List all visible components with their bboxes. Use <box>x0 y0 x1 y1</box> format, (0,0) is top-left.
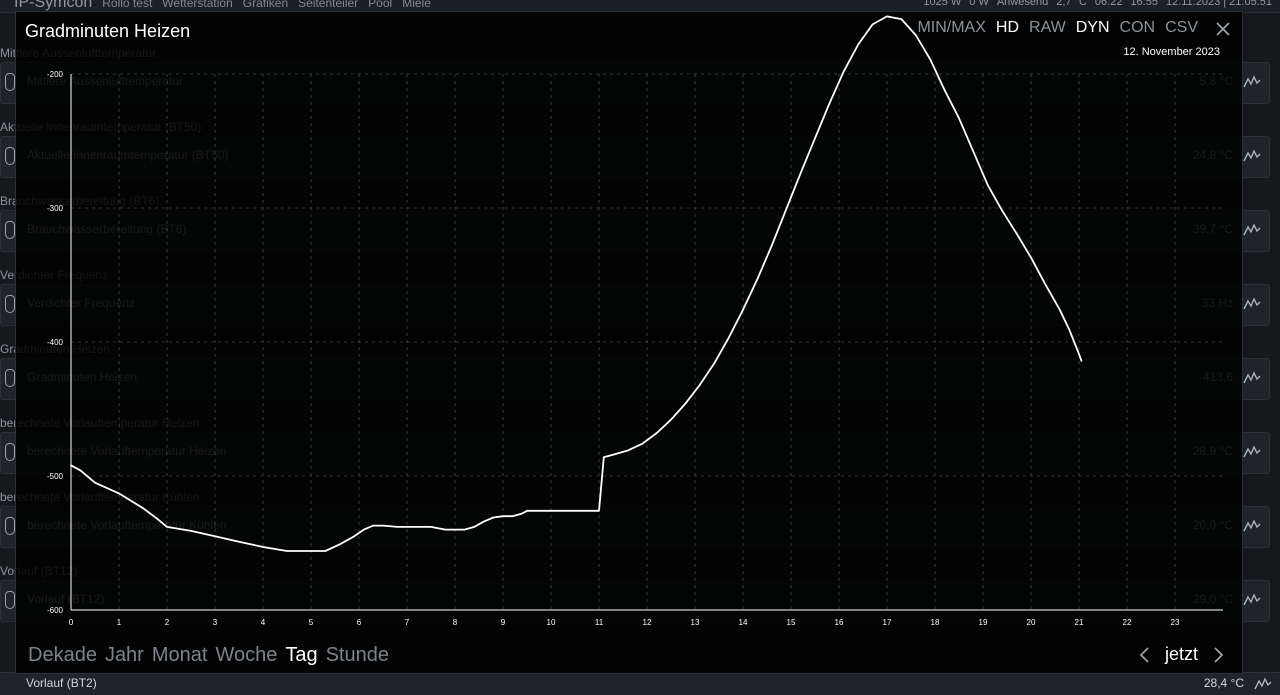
thermometer-icon <box>5 73 15 91</box>
x-tick-label: 14 <box>739 618 748 627</box>
range-woche[interactable]: Woche <box>215 644 277 667</box>
graph-icon[interactable] <box>1243 445 1261 459</box>
status-temperature: 2,7 °C <box>1056 0 1087 8</box>
x-tick-label: 18 <box>931 618 940 627</box>
graph-icon[interactable] <box>1243 149 1261 163</box>
status-area: 1025 W 0 W Anwesend 2,7 °C 06:22 16:55 1… <box>923 0 1272 8</box>
mode-minmax[interactable]: MIN/MAX <box>917 19 985 37</box>
mode-con[interactable]: CON <box>1120 19 1156 37</box>
menu-item-rollo-test[interactable]: Rollo test <box>102 0 152 10</box>
range-monat[interactable]: Monat <box>152 644 208 667</box>
y-tick-label: -400 <box>47 338 64 347</box>
y-tick-label: -300 <box>47 204 64 213</box>
menu-item-miele[interactable]: Miele <box>402 0 431 10</box>
thermometer-icon <box>5 517 15 535</box>
status-presence: Anwesend <box>996 0 1049 8</box>
graph-icon[interactable] <box>1243 371 1261 385</box>
status-power-1: 1025 W <box>923 0 962 8</box>
y-tick-label: -600 <box>47 606 64 615</box>
thermometer-icon <box>5 443 15 461</box>
x-tick-label: 15 <box>787 618 796 627</box>
x-tick-label: 9 <box>501 618 506 627</box>
bottom-row-name: Vorlauf (BT2) <box>26 676 97 690</box>
thermometer-icon <box>5 591 15 609</box>
x-tick-label: 0 <box>69 618 74 627</box>
menu-item-wetterstation[interactable]: Wetterstation <box>162 0 232 10</box>
bottom-row[interactable]: Vorlauf (BT2) 28,4 °C <box>0 672 1280 695</box>
range-tag[interactable]: Tag <box>285 644 317 667</box>
chart-title: Gradminuten Heizen <box>25 21 191 41</box>
status-datetime: 12.11.2023 | 21:05:51 <box>1165 0 1272 8</box>
x-tick-label: 16 <box>835 618 844 627</box>
graph-icon[interactable] <box>1254 677 1272 691</box>
x-tick-label: 19 <box>979 618 988 627</box>
mode-toggles: MIN/MAX HD RAW DYN CON CSV <box>917 19 1198 37</box>
mode-csv[interactable]: CSV <box>1165 19 1198 37</box>
y-tick-label: -500 <box>47 472 64 481</box>
thermometer-icon <box>5 295 15 313</box>
status-sunset: 16:55 <box>1130 0 1158 8</box>
chart-date: 12. November 2023 <box>1123 46 1220 58</box>
x-tick-label: 4 <box>261 618 266 627</box>
thermometer-icon <box>5 369 15 387</box>
mode-dyn[interactable]: DYN <box>1076 19 1110 37</box>
x-tick-label: 1 <box>117 618 122 627</box>
status-power-2: 0 W <box>969 0 989 8</box>
bottom-row-value: 28,4 °C <box>1203 676 1244 690</box>
x-tick-label: 20 <box>1027 618 1036 627</box>
x-tick-label: 2 <box>165 618 170 627</box>
x-tick-label: 6 <box>357 618 362 627</box>
now-button[interactable]: jetzt <box>1165 644 1198 665</box>
graph-icon[interactable] <box>1243 223 1261 237</box>
x-tick-label: 12 <box>643 618 652 627</box>
mode-hd[interactable]: HD <box>996 19 1019 37</box>
graph-icon[interactable] <box>1243 593 1261 607</box>
range-jahr[interactable]: Jahr <box>105 644 144 667</box>
graph-icon[interactable] <box>1243 75 1261 89</box>
series-line <box>70 15 1083 552</box>
time-navigation: jetzt <box>1137 644 1226 665</box>
x-tick-label: 5 <box>309 618 314 627</box>
x-tick-label: 21 <box>1075 618 1084 627</box>
x-tick-label: 11 <box>595 618 604 627</box>
y-tick-label: -200 <box>47 70 64 79</box>
status-sunrise: 06:22 <box>1094 0 1123 8</box>
range-dekade[interactable]: Dekade <box>28 644 97 667</box>
range-stunde[interactable]: Stunde <box>326 644 389 667</box>
line-chart: -200-300-400-500-6000 1 2 3 4 5 6 7 8 9 10 11 12 13 14… <box>47 15 1223 627</box>
range-selector: Dekade Jahr Monat Woche Tag Stunde <box>28 644 389 667</box>
graph-icon[interactable] <box>1243 519 1261 533</box>
chart-dialog: -200 -300 -400 -500 -600 0 1 2 3 4 5 6 7 8 9 10 11 12 13 14… <box>15 11 1243 674</box>
mode-raw[interactable]: RAW <box>1029 19 1066 37</box>
chevron-right-icon[interactable] <box>1212 645 1226 665</box>
x-tick-label: 13 <box>691 618 700 627</box>
chevron-left-icon[interactable] <box>1137 645 1151 665</box>
close-icon[interactable] <box>1214 18 1232 38</box>
thermometer-icon <box>5 147 15 165</box>
menu-item-grafiken[interactable]: Grafiken <box>243 0 288 10</box>
graph-icon[interactable] <box>1243 297 1261 311</box>
x-tick-label: 3 <box>213 618 218 627</box>
menu-item-seitenteiler[interactable]: Seitenteiler <box>298 0 358 10</box>
menu-item-pool[interactable]: Pool <box>368 0 392 10</box>
x-tick-label: 8 <box>453 618 458 627</box>
thermometer-icon <box>5 221 15 239</box>
x-tick-label: 7 <box>405 618 410 627</box>
x-tick-label: 22 <box>1123 618 1132 627</box>
x-tick-label: 17 <box>883 618 892 627</box>
x-tick-label: 23 <box>1171 618 1180 627</box>
x-tick-label: 10 <box>547 618 556 627</box>
